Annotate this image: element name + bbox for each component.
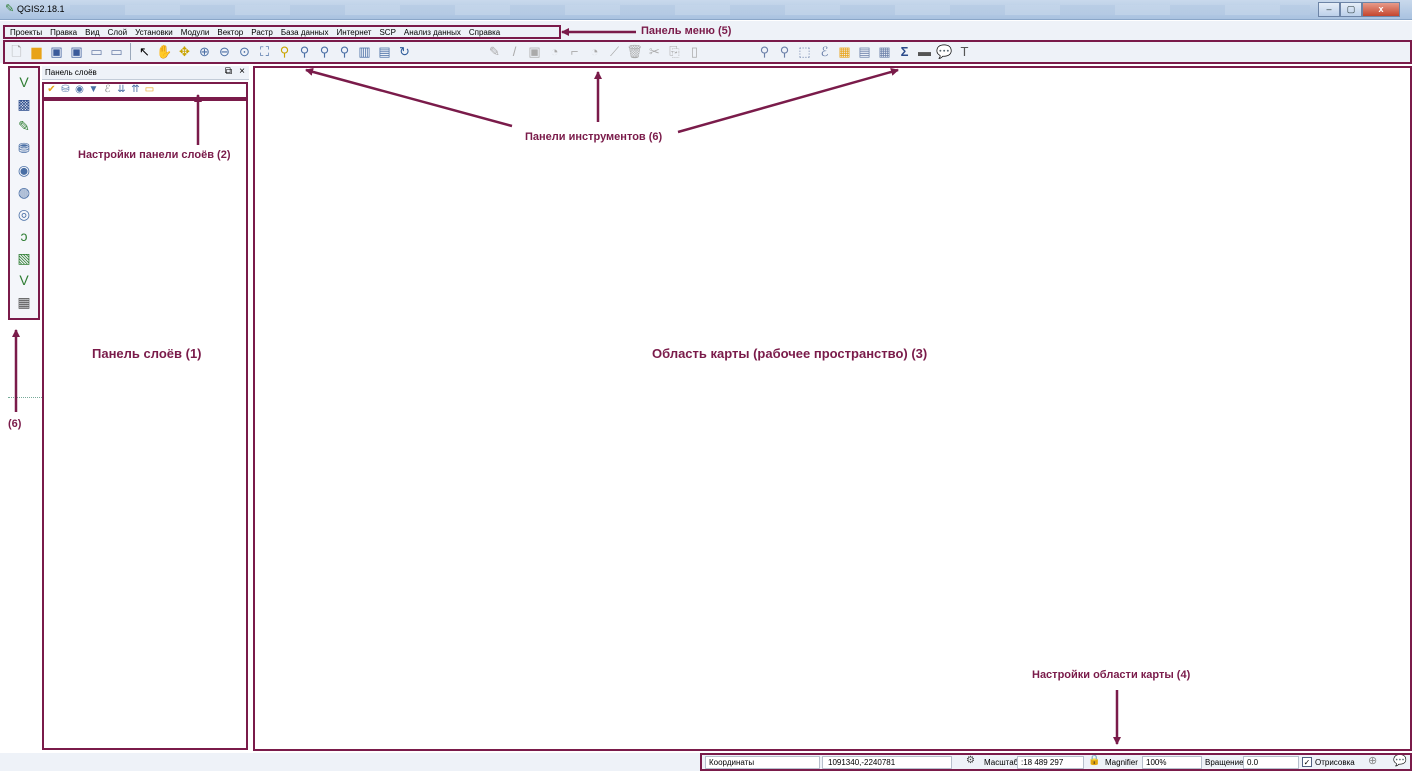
zoom-next-icon[interactable]: ⚲	[336, 43, 353, 60]
close-window-button[interactable]: x	[1362, 2, 1400, 17]
zoom-out-icon[interactable]: ⊖	[216, 43, 233, 60]
add-vector-layer-icon[interactable]: V	[13, 72, 35, 92]
maximize-button[interactable]: ▢	[1340, 2, 1362, 17]
zoom-to-layer-icon[interactable]: ⚲	[296, 43, 313, 60]
project-toolbar: 🗋 ▆ ▣ ▣ ▭ ▭ ↖ ✋ ✥ ⊕ ⊖ ⊙ ⛶ ⚲ ⚲ ⚲ ⚲ ▥ ▤ ↻	[8, 43, 413, 60]
title-bar: ✎ QGIS2.18.1 – ▢ x	[0, 0, 1412, 20]
attributes-toolbar: ⚲ ⚲ ⬚ ℰ ▦ ▤ ▦ Σ ▬ 💬 T	[756, 43, 973, 60]
digitizing-toolbar: ✎ / ▣ ◔ ⌐ ◔ ⟋ 🗑 ✂ ⎘ ▯	[486, 43, 703, 60]
select-by-area-icon[interactable]: ⬚	[796, 43, 813, 60]
save-edits-icon[interactable]: ▣	[526, 43, 543, 60]
attribute-table-icon[interactable]: ▤	[856, 43, 873, 60]
layers-panel-title: Панель слоёв	[45, 68, 97, 77]
add-wms-layer-icon[interactable]: ◍	[13, 182, 35, 202]
composer-manager-icon[interactable]: ▭	[108, 43, 125, 60]
add-feature-icon[interactable]: ◔	[546, 43, 563, 60]
pan-icon[interactable]: ✋	[156, 43, 173, 60]
paste-features-icon[interactable]: ▯	[686, 43, 703, 60]
collapse-all-icon[interactable]: ⇈	[130, 84, 141, 96]
map-canvas[interactable]	[253, 66, 1412, 751]
zoom-full-icon[interactable]: ⛶	[256, 43, 273, 60]
select-by-expression-icon[interactable]: ℰ	[816, 43, 833, 60]
cut-features-icon[interactable]: ✂	[646, 43, 663, 60]
save-project-icon[interactable]: ▣	[48, 43, 65, 60]
layer-style-icon[interactable]: ✔	[46, 84, 57, 96]
zoom-to-selection-icon[interactable]: ⚲	[276, 43, 293, 60]
delete-selected-icon[interactable]: 🗑	[626, 43, 643, 60]
add-postgis-layer-icon[interactable]: ⛃	[13, 138, 35, 158]
add-spatialite-layer-icon[interactable]: ◉	[13, 160, 35, 180]
current-edits-icon[interactable]: ✎	[486, 43, 503, 60]
pan-to-selection-icon[interactable]: ✥	[176, 43, 193, 60]
annotation-map-area: Область карты (рабочее пространство) (3)	[652, 346, 928, 361]
measure-icon[interactable]: ▬	[916, 43, 933, 60]
add-raster-layer-icon[interactable]: ▩	[13, 94, 35, 114]
save-as-icon[interactable]: ▣	[68, 43, 85, 60]
close-icon[interactable]: ×	[239, 66, 245, 77]
copy-features-icon[interactable]: ⎘	[666, 43, 683, 60]
annotation-toolbars: Панели инструментов (6)	[525, 131, 663, 143]
layers-tree[interactable]	[42, 99, 248, 750]
annotation-map-settings: Настройки области карты (4)	[1032, 669, 1191, 681]
new-shapefile-icon[interactable]: V	[13, 270, 35, 290]
map-tips-icon[interactable]: 💬	[936, 43, 953, 60]
layers-panel-toolbar: ✔ ⛁ ◉ ▼ ℰ ⇊ ⇈ ▭	[46, 84, 155, 96]
window-title: QGIS2.18.1	[17, 4, 65, 14]
menu-bar-highlight	[3, 25, 561, 39]
select-feature-icon[interactable]: ⚲	[776, 43, 793, 60]
minimize-button[interactable]: –	[1318, 2, 1340, 17]
manage-layers-toolbar: V ▩ ✎ ⛃ ◉ ◍ ◎ ↄ ▧ V ▦	[8, 66, 40, 320]
layers-panel-header: Панель слоёв ⧉ ×	[42, 66, 249, 80]
new-temporary-layer-icon[interactable]: ▦	[13, 292, 35, 312]
add-virtual-layer-icon[interactable]: ▧	[13, 248, 35, 268]
move-feature-icon[interactable]: ◔	[586, 43, 603, 60]
remove-layer-icon[interactable]: ▭	[144, 84, 155, 96]
new-project-icon[interactable]: 🗋	[8, 43, 25, 60]
add-wfs-layer-icon[interactable]: ◎	[13, 204, 35, 224]
add-delimited-text-icon[interactable]: ✎	[13, 116, 35, 136]
field-calculator-icon[interactable]: ▦	[876, 43, 893, 60]
node-tool-icon[interactable]: ⟋	[606, 43, 623, 60]
new-map-view-icon[interactable]: ▥	[356, 43, 373, 60]
text-annotation-icon[interactable]: T	[956, 43, 973, 60]
zoom-last-icon[interactable]: ⚲	[316, 43, 333, 60]
add-group-icon[interactable]: ⛁	[60, 84, 71, 96]
zoom-in-icon[interactable]: ⊕	[196, 43, 213, 60]
float-icon[interactable]: ⧉	[225, 66, 232, 77]
annotation-left-toolbar: (6)	[8, 418, 22, 430]
toggle-editing-icon[interactable]: /	[506, 43, 523, 60]
open-project-icon[interactable]: ▆	[28, 43, 45, 60]
filter-expression-icon[interactable]: ℰ	[102, 84, 113, 96]
blurred-taskbar-strip	[70, 5, 1310, 15]
statistics-icon[interactable]: Σ	[896, 43, 913, 60]
annotation-menu-panel: Панель меню (5)	[641, 25, 732, 37]
expand-all-icon[interactable]: ⇊	[116, 84, 127, 96]
new-bookmark-icon[interactable]: ▤	[376, 43, 393, 60]
qgis-logo-icon: ✎	[5, 3, 15, 15]
layers-panel: Панель слоёв ⧉ × ✔ ⛁ ◉ ▼ ℰ ⇊ ⇈ ▭	[42, 66, 249, 750]
identify-icon[interactable]: ⚲	[756, 43, 773, 60]
filter-legend-icon[interactable]: ▼	[88, 84, 99, 96]
deselect-icon[interactable]: ▦	[836, 43, 853, 60]
dock-separator	[8, 397, 42, 398]
new-print-composer-icon[interactable]: ▭	[88, 43, 105, 60]
touch-icon[interactable]: ↖	[136, 43, 153, 60]
annotation-layers-panel: Панель слоёв (1)	[92, 346, 202, 361]
add-gps-layer-icon[interactable]: ↄ	[13, 226, 35, 246]
status-bar-highlight	[700, 753, 1412, 771]
manage-map-themes-icon[interactable]: ◉	[74, 84, 85, 96]
refresh-icon[interactable]: ↻	[396, 43, 413, 60]
zoom-native-icon[interactable]: ⊙	[236, 43, 253, 60]
vertex-tool-icon[interactable]: ⌐	[566, 43, 583, 60]
toolbar-separator	[130, 43, 131, 60]
annotation-layers-settings: Настройки панели слоёв (2)	[78, 149, 231, 161]
